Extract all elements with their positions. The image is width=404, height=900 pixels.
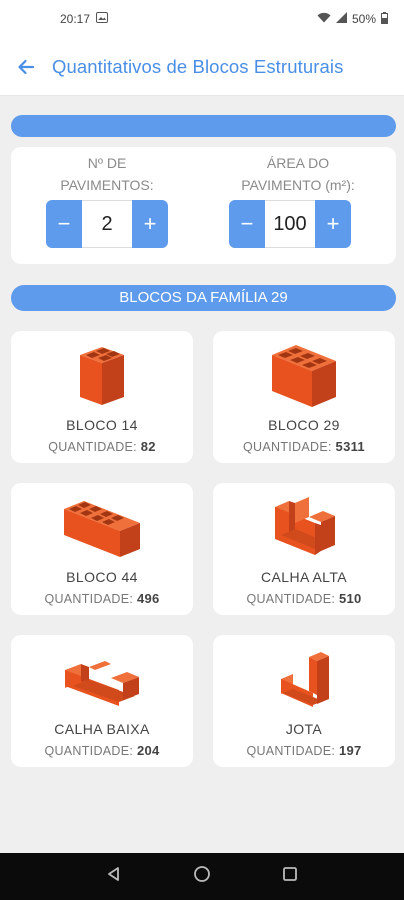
jota-icon bbox=[213, 643, 395, 717]
floors-increment-button[interactable]: + bbox=[132, 200, 168, 248]
quantity-value: 510 bbox=[338, 591, 362, 606]
floors-stepper: − 2 + bbox=[46, 200, 168, 248]
battery-icon bbox=[381, 11, 388, 27]
block-name: JOTA bbox=[285, 721, 323, 737]
block-44-icon bbox=[11, 491, 193, 565]
block-name: BLOCO 44 bbox=[66, 569, 138, 585]
quantity-value: 496 bbox=[136, 591, 160, 606]
top-banner bbox=[11, 115, 396, 137]
quantity-label: QUANTIDADE: bbox=[48, 440, 137, 454]
block-name: CALHA BAIXA bbox=[54, 721, 150, 737]
page-title: Quantitativos de Blocos Estruturais bbox=[52, 55, 344, 77]
floors-decrement-button[interactable]: − bbox=[46, 200, 82, 248]
quantity-value: 82 bbox=[140, 439, 156, 454]
quantity-label: QUANTIDADE: bbox=[246, 592, 336, 606]
block-quantity: QUANTIDADE: 510 bbox=[213, 591, 395, 606]
block-card-calha-baixa[interactable]: CALHA BAIXA QUANTIDADE: 204 bbox=[11, 635, 193, 767]
calha-baixa-icon bbox=[11, 643, 193, 717]
quantity-value: 204 bbox=[136, 743, 160, 758]
floors-label-line1: Nº DE bbox=[87, 155, 127, 171]
nav-back-icon[interactable] bbox=[105, 865, 123, 888]
area-value-input[interactable]: 100 bbox=[265, 200, 315, 248]
floors-value-input[interactable]: 2 bbox=[82, 200, 132, 248]
floors-input-group: Nº DE PAVIMENTOS: − 2 + bbox=[32, 147, 182, 248]
area-label-line1: ÁREA DO bbox=[266, 155, 330, 171]
block-quantity: QUANTIDADE: 5311 bbox=[213, 439, 395, 454]
block-card-calha-alta[interactable]: CALHA ALTA QUANTIDADE: 510 bbox=[213, 483, 395, 615]
inputs-card: Nº DE PAVIMENTOS: − 2 + ÁREA DO PAVIMENT… bbox=[11, 147, 396, 264]
area-stepper: − 100 + bbox=[229, 200, 351, 248]
nav-home-icon[interactable] bbox=[193, 865, 211, 888]
quantity-label: QUANTIDADE: bbox=[243, 440, 332, 454]
wifi-icon bbox=[317, 12, 331, 26]
floors-label-line2: PAVIMENTOS: bbox=[60, 177, 154, 193]
quantity-label: QUANTIDADE: bbox=[246, 744, 336, 758]
block-quantity: QUANTIDADE: 496 bbox=[11, 591, 193, 606]
block-quantity: QUANTIDADE: 204 bbox=[11, 743, 193, 758]
app-bar: Quantitativos de Blocos Estruturais bbox=[0, 38, 404, 96]
block-name: BLOCO 14 bbox=[66, 417, 138, 433]
quantity-value: 5311 bbox=[335, 439, 365, 454]
quantity-label: QUANTIDADE: bbox=[44, 592, 134, 606]
block-name: BLOCO 29 bbox=[268, 417, 340, 433]
signal-icon bbox=[335, 12, 347, 26]
block-quantity: QUANTIDADE: 197 bbox=[213, 743, 395, 758]
back-button[interactable] bbox=[0, 38, 52, 96]
area-input-group: ÁREA DO PAVIMENTO (m²): − 100 + bbox=[223, 147, 373, 248]
status-bar: 20:17 50% bbox=[0, 0, 404, 38]
block-name: CALHA ALTA bbox=[261, 569, 347, 585]
system-nav-bar bbox=[0, 853, 404, 900]
area-label: ÁREA DO PAVIMENTO (m²): bbox=[223, 152, 373, 200]
status-left: 20:17 bbox=[60, 12, 109, 26]
quantity-label: QUANTIDADE: bbox=[44, 744, 134, 758]
gallery-notification-icon bbox=[96, 12, 109, 26]
arrow-left-icon bbox=[18, 59, 35, 74]
area-decrement-button[interactable]: − bbox=[229, 200, 265, 248]
quantity-value: 197 bbox=[338, 743, 362, 758]
battery-percent: 50% bbox=[351, 12, 376, 26]
status-right: 50% bbox=[317, 11, 388, 27]
block-card-bloco-14[interactable]: BLOCO 14 QUANTIDADE: 82 bbox=[11, 331, 193, 463]
block-29-icon bbox=[213, 339, 395, 413]
calha-alta-icon bbox=[213, 491, 395, 565]
family-banner: BLOCOS DA FAMÍLIA 29 bbox=[11, 285, 396, 311]
block-card-bloco-44[interactable]: BLOCO 44 QUANTIDADE: 496 bbox=[11, 483, 193, 615]
floors-label: Nº DE PAVIMENTOS: bbox=[32, 152, 182, 200]
nav-recents-icon[interactable] bbox=[281, 865, 299, 888]
block-card-bloco-29[interactable]: BLOCO 29 QUANTIDADE: 5311 bbox=[213, 331, 395, 463]
block-14-icon bbox=[11, 339, 193, 413]
status-time: 20:17 bbox=[60, 12, 91, 26]
block-quantity: QUANTIDADE: 82 bbox=[11, 439, 193, 454]
block-card-jota[interactable]: JOTA QUANTIDADE: 197 bbox=[213, 635, 395, 767]
area-label-line2: PAVIMENTO (m²): bbox=[241, 177, 355, 193]
area-increment-button[interactable]: + bbox=[315, 200, 351, 248]
